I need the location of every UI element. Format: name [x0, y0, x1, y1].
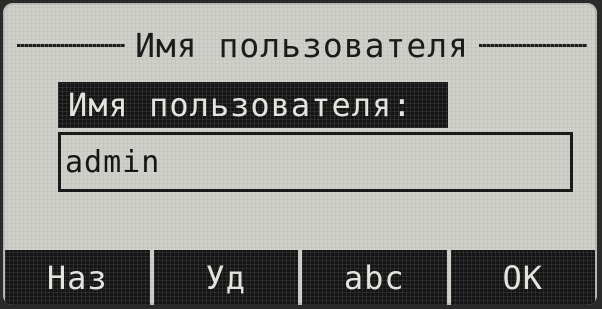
phone-lcd-screen: Имя пользователя Имя пользователя: Наз У… — [3, 3, 597, 305]
softkey-back[interactable]: Наз — [5, 250, 150, 305]
softkey-delete[interactable]: Уд — [153, 250, 298, 305]
username-input[interactable] — [58, 132, 573, 192]
softkey-input-mode[interactable]: abc — [302, 250, 447, 305]
title-rule-right — [478, 43, 588, 47]
softkey-bar: Наз Уд abc OK — [3, 250, 597, 305]
title-bar: Имя пользователя — [17, 23, 588, 67]
title-rule-left — [17, 43, 126, 47]
username-field-label: Имя пользователя: — [58, 82, 448, 128]
softkey-ok[interactable]: OK — [450, 250, 595, 305]
page-title: Имя пользователя — [135, 25, 469, 65]
